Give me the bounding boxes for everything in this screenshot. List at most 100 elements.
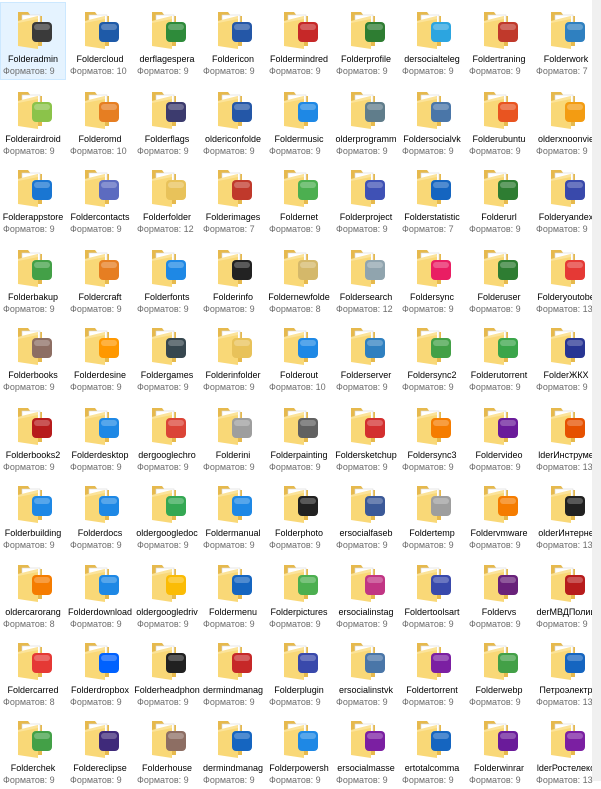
folder-item[interactable]: Folderwork Форматов: 7 [533,2,599,80]
folder-item[interactable]: Folderuser Форматов: 9 [466,240,532,318]
folder-item[interactable]: Folderdesine Форматов: 9 [67,318,133,396]
folder-item[interactable]: Foldernewfolde Форматов: 8 [266,240,332,318]
folder-item[interactable]: oldergoogledriv Форматов: 9 [134,555,200,633]
folder-item[interactable]: Folderwebp Форматов: 9 [466,633,532,711]
folder-item[interactable]: Foldergames Форматов: 9 [134,318,200,396]
folder-item[interactable]: Folderwinrar Форматов: 9 [466,711,532,789]
folder-formats-count: Форматов: 9 [402,540,454,550]
folder-item[interactable]: Foldertorrent Форматов: 9 [399,633,465,711]
folder-item[interactable]: Folderdocs Форматов: 9 [67,476,133,554]
folder-item[interactable]: Foldermindred Форматов: 9 [266,2,332,80]
folder-item[interactable]: Folderappstore Форматов: 9 [0,160,66,238]
folder-item[interactable]: dersocialteleg Форматов: 9 [399,2,465,80]
appstore-icon [32,180,52,200]
folder-item[interactable]: oldercarorang Форматов: 8 [0,555,66,633]
folder-item[interactable]: Folderpictures Форматов: 9 [266,555,332,633]
folder-item[interactable]: Folderserver Форматов: 9 [333,318,399,396]
folder-item[interactable]: Folderbooks2 Форматов: 9 [0,398,66,476]
folder-item[interactable]: FolderЖКХ Форматов: 9 [533,318,599,396]
vertical-scrollbar[interactable] [592,0,601,781]
folder-item[interactable]: Foldernet Форматов: 9 [266,160,332,238]
folder-item[interactable]: oldericonfolde Форматов: 9 [200,82,266,160]
folder-item[interactable]: Folderhouse Форматов: 9 [134,711,200,789]
folder-item[interactable]: Foldersketchup Форматов: 9 [333,398,399,476]
folder-item[interactable]: Foldericon Форматов: 9 [200,2,266,80]
folder-item[interactable]: Foldercontacts Форматов: 9 [67,160,133,238]
folder-item[interactable]: Foldereclipse Форматов: 9 [67,711,133,789]
folder-item[interactable]: derflagespera Форматов: 9 [134,2,200,80]
folder-item[interactable]: Folderpainting Форматов: 9 [266,398,332,476]
folder-item[interactable]: ersocialfaseb Форматов: 9 [333,476,399,554]
folder-item[interactable]: olderxnoonvie Форматов: 9 [533,82,599,160]
folder-item[interactable]: ertotalcomma Форматов: 9 [399,711,465,789]
folder-item[interactable]: Foldervmware Форматов: 9 [466,476,532,554]
folder-item[interactable]: Folderimages Форматов: 7 [200,160,266,238]
folder-item[interactable]: Folderout Форматов: 10 [266,318,332,396]
folder-item[interactable]: ersocialinstag Форматов: 9 [333,555,399,633]
folder-item[interactable]: lderРостелеко Форматов: 13 [533,711,599,789]
folder-item[interactable]: Folderchek Форматов: 9 [0,711,66,789]
folder-item[interactable]: Folderinfo Форматов: 9 [200,240,266,318]
folder-item[interactable]: dergooglechro Форматов: 9 [134,398,200,476]
folder-item[interactable]: Foldersync Форматов: 9 [399,240,465,318]
folder-item[interactable]: Folderutorrent Форматов: 9 [466,318,532,396]
folder-item[interactable]: Folderdesktop Форматов: 9 [67,398,133,476]
folder-item[interactable]: olderprogramm Форматов: 9 [333,82,399,160]
folder-item[interactable]: Foldertoolsart Форматов: 9 [399,555,465,633]
folder-item[interactable]: Foldermenu Форматов: 9 [200,555,266,633]
folder-formats-count: Форматов: 9 [3,304,55,314]
folder-item[interactable]: lderИнструме Форматов: 13 [533,398,599,476]
folder-item[interactable]: Folderbooks Форматов: 9 [0,318,66,396]
folder-item[interactable]: Foldersync2 Форматов: 9 [399,318,465,396]
folder-item[interactable]: Folderplugin Форматов: 9 [266,633,332,711]
folder-item[interactable]: oldergoogledoc Форматов: 9 [134,476,200,554]
folder-name: Folderheadphon [134,685,200,695]
folder-item[interactable]: Foldersocialvk Форматов: 9 [399,82,465,160]
folder-item[interactable]: Folderflags Форматов: 9 [134,82,200,160]
folder-item[interactable]: Foldercraft Форматов: 9 [67,240,133,318]
folder-item[interactable]: Folderbakup Форматов: 9 [0,240,66,318]
folder-item[interactable]: derМВДПолиц Форматов: 9 [533,555,599,633]
folder-item[interactable]: ersocialmasse Форматов: 9 [333,711,399,789]
folder-item[interactable]: Folderdropbox Форматов: 9 [67,633,133,711]
folder-item[interactable]: Foldercloud Форматов: 10 [67,2,133,80]
folder-item[interactable]: Foldercarred Форматов: 8 [0,633,66,711]
folder-item[interactable]: ersocialinstvk Форматов: 9 [333,633,399,711]
folder-icon [344,639,388,683]
folder-item[interactable]: Folderphoto Форматов: 9 [266,476,332,554]
folder-item[interactable]: Folderubuntu Форматов: 9 [466,82,532,160]
folder-item[interactable]: Foldermanual Форматов: 9 [200,476,266,554]
folder-item[interactable]: Foldertemp Форматов: 9 [399,476,465,554]
folder-item[interactable]: Foldermusic Форматов: 9 [266,82,332,160]
folder-item[interactable]: Folderyoutobe Форматов: 13 [533,240,599,318]
folder-item[interactable]: Folderstatistic Форматов: 7 [399,160,465,238]
folder-item[interactable]: Folderomd Форматов: 10 [67,82,133,160]
folder-item[interactable]: Foldervideo Форматов: 9 [466,398,532,476]
folder-item[interactable]: Folderbuilding Форматов: 9 [0,476,66,554]
ubuntu-icon [498,102,518,122]
folder-item[interactable]: Foldervs Форматов: 9 [466,555,532,633]
folder-item[interactable]: Folderurl Форматов: 9 [466,160,532,238]
folder-item[interactable]: olderИнтерне Форматов: 13 [533,476,599,554]
folder-item[interactable]: Folderini Форматов: 9 [200,398,266,476]
folder-icon [211,8,255,52]
folder-item[interactable]: Петроэлектр Форматов: 13 [533,633,599,711]
folder-item[interactable]: Foldersearch Форматов: 12 [333,240,399,318]
folder-item[interactable]: Folderairdroid Форматов: 9 [0,82,66,160]
folder-item[interactable]: dermindmanag Форматов: 9 [200,633,266,711]
folder-item[interactable]: Folderheadphon Форматов: 9 [134,633,200,711]
folder-icon [544,246,588,290]
folder-item[interactable]: Folderinfolder Форматов: 9 [200,318,266,396]
folder-item[interactable]: Folderdownload Форматов: 9 [67,555,133,633]
folder-item[interactable]: Folderpowersh Форматов: 9 [266,711,332,789]
folder-item[interactable]: Folderprofile Форматов: 9 [333,2,399,80]
folder-item[interactable]: Folderproject Форматов: 9 [333,160,399,238]
folder-item[interactable]: Folderfolder Форматов: 12 [134,160,200,238]
art-tools-icon [431,575,451,595]
folder-item[interactable]: Folderfonts Форматов: 9 [134,240,200,318]
folder-item[interactable]: Foldersync3 Форматов: 9 [399,398,465,476]
folder-item[interactable]: Folderadmin Форматов: 9 [0,2,66,80]
folder-item[interactable]: Foldertraning Форматов: 9 [466,2,532,80]
folder-item[interactable]: dermindmanag Форматов: 9 [200,711,266,789]
folder-item[interactable]: Folderyandex Форматов: 9 [533,160,599,238]
